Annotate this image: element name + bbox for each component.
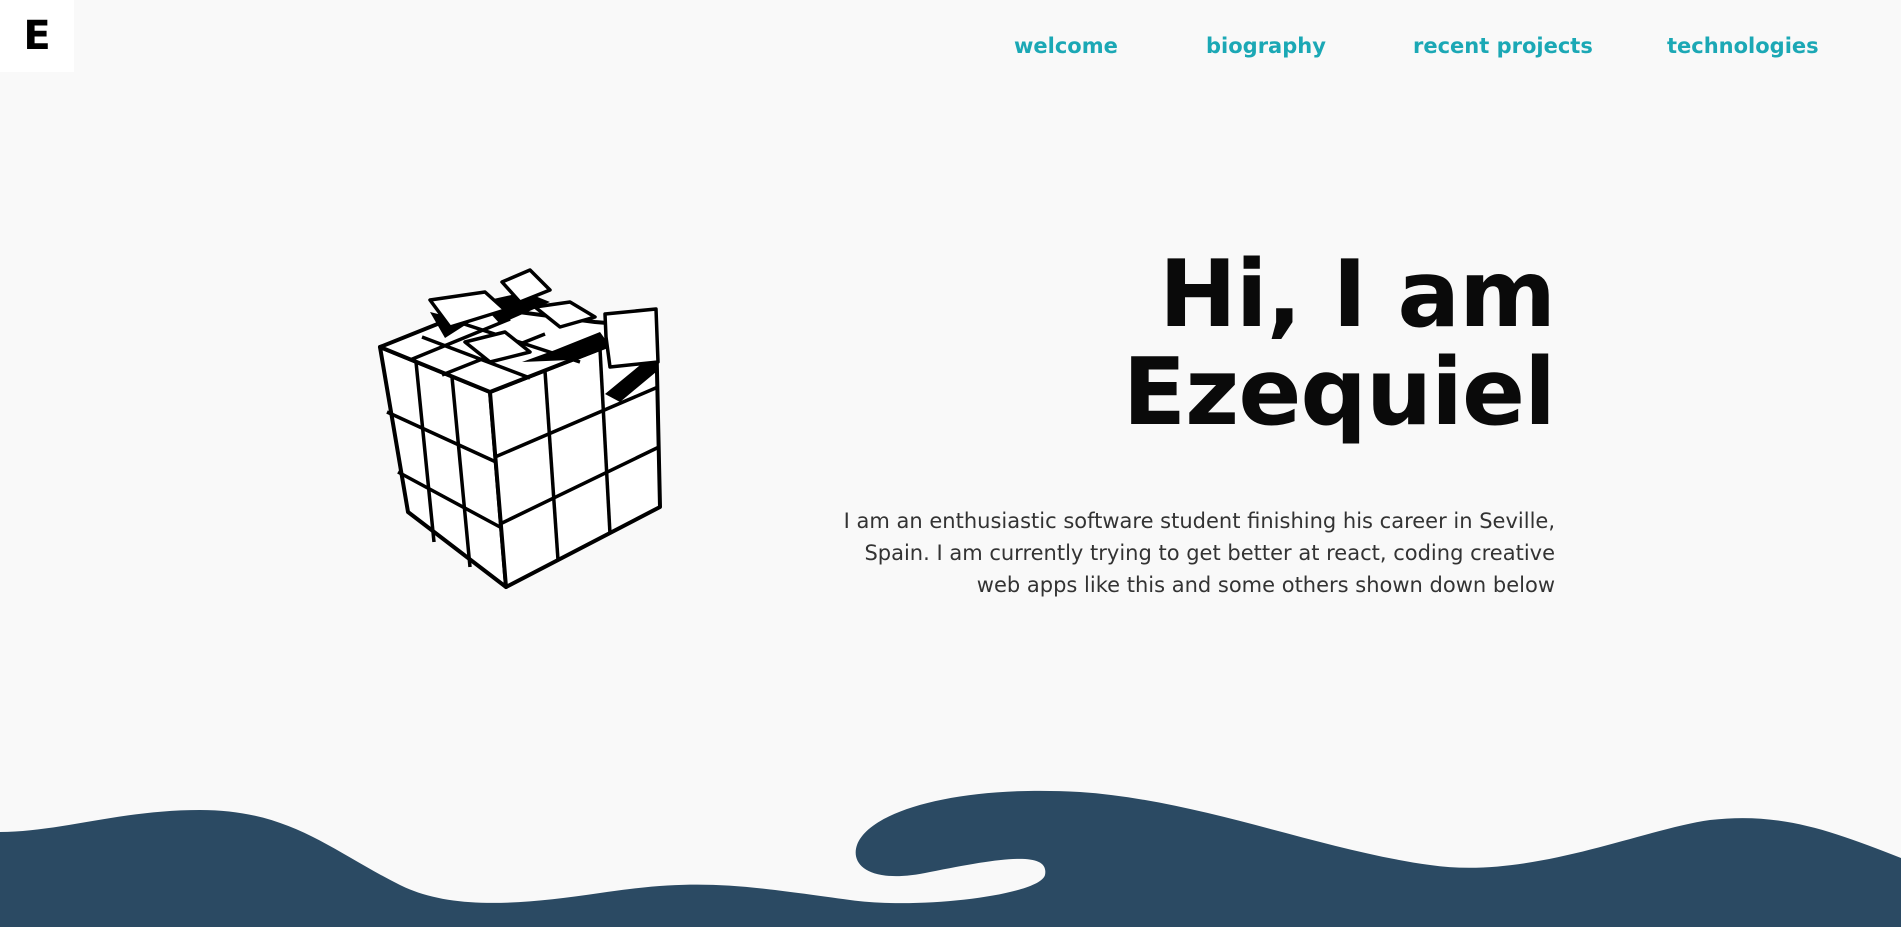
nav-link-recent-projects[interactable]: recent projects [1413, 34, 1593, 58]
hero-title: Hi, I am Ezequiel [855, 240, 1556, 446]
nav-link-welcome[interactable]: welcome [1014, 34, 1118, 58]
nav-link-technologies[interactable]: technologies [1667, 34, 1819, 58]
hero-description: I am an enthusiastic software student fi… [843, 509, 1555, 597]
nav-link-biography[interactable]: biography [1206, 34, 1326, 58]
hero-title-line-1: Hi, I am [1158, 240, 1556, 348]
wave-decoration [0, 790, 1901, 927]
page: E welcome biography recent projects tech… [0, 0, 1901, 927]
hero-title-line-2: Ezequiel [1122, 338, 1556, 446]
rubiks-cube-icon [378, 268, 662, 589]
main-nav: welcome biography recent projects techno… [0, 34, 1901, 62]
